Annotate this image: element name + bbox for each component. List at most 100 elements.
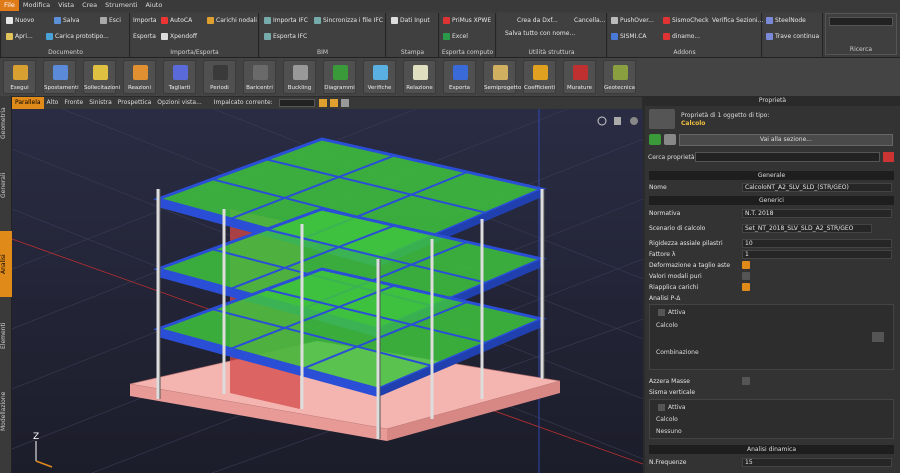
importa-ifc-button[interactable]: Importa IFC xyxy=(264,17,308,24)
carica-prototipo-button[interactable]: Carica prototipo... xyxy=(46,33,109,40)
dinamo-icon xyxy=(663,33,670,40)
tool-baricentri-button[interactable]: Baricentri xyxy=(243,60,276,94)
tool-murature-button[interactable]: Murature xyxy=(563,60,596,94)
group-utilita xyxy=(0,13,1,57)
sismica-button[interactable]: SISMI.CA xyxy=(611,33,647,40)
normativa-select[interactable]: N.T. 2018 xyxy=(742,209,892,218)
verifica-sezioni-button[interactable]: Verifica Sezioni... xyxy=(712,17,763,24)
tab-generali[interactable]: Generali xyxy=(0,166,12,204)
section-generici[interactable]: Generici xyxy=(649,196,894,205)
tool-relazione-button[interactable]: Relazione xyxy=(403,60,436,94)
menu-file[interactable]: File xyxy=(0,0,19,11)
forward-arrow-icon[interactable] xyxy=(664,134,676,145)
search-label: Cerca proprietà: xyxy=(648,154,697,161)
tool-coefficienti-button[interactable]: Coefficienti xyxy=(523,60,556,94)
camera-icon[interactable] xyxy=(340,99,349,107)
sismocheck-button[interactable]: SismoCheck xyxy=(663,17,709,24)
tab-fronte[interactable]: Fronte xyxy=(61,97,86,109)
menu-crea[interactable]: Crea xyxy=(78,0,101,11)
nome-field[interactable]: CalcoloNT_A2_SLV_SLD_(STR/GEO) xyxy=(742,183,892,192)
filter-icon[interactable] xyxy=(318,99,327,107)
apri-button[interactable]: Apri... xyxy=(6,33,33,40)
esporta-ifc-button[interactable]: Esporta IFC xyxy=(264,33,307,40)
tool-geotecnica-button[interactable]: Geotecnica xyxy=(603,60,636,94)
dati-input-button[interactable]: Dati Input xyxy=(391,17,430,24)
clear-search-icon[interactable] xyxy=(883,152,894,162)
valori-modali-checkbox[interactable] xyxy=(742,272,750,280)
cancella-button[interactable]: Cancella... xyxy=(574,17,605,24)
tab-alto[interactable]: Alto xyxy=(44,97,62,109)
esci-button[interactable]: Esci xyxy=(100,17,121,24)
tool-verifiche-button[interactable]: Verifiche xyxy=(363,60,396,94)
property-search-input[interactable] xyxy=(695,152,880,162)
menu-strumenti[interactable]: Strumenti xyxy=(101,0,141,11)
sincronizza-ifc-button[interactable]: Sincronizza i file IFC xyxy=(314,17,383,24)
tool-semiprogetto-button[interactable]: Semiprogetto xyxy=(483,60,521,94)
search-input[interactable] xyxy=(829,17,893,26)
excel-icon xyxy=(443,33,450,40)
opzioni-vista-button[interactable]: Opzioni vista... xyxy=(154,97,205,109)
tool-icon[interactable] xyxy=(329,99,338,107)
deformazione-checkbox[interactable] xyxy=(742,261,750,269)
pushover-button[interactable]: PushOver... xyxy=(611,17,654,24)
calcolo-action-icon[interactable] xyxy=(872,332,884,342)
panel-header-line: Proprietà di 1 oggetto di tipo: xyxy=(681,112,770,119)
impalcato-select[interactable] xyxy=(278,99,315,107)
tab-parallela[interactable]: Parallela xyxy=(12,97,44,109)
row-pdelta: Analisi P-Δ xyxy=(649,295,681,302)
riapplica-checkbox[interactable] xyxy=(742,283,750,291)
menu-modifica[interactable]: Modifica xyxy=(19,0,54,11)
tab-analisi[interactable]: Analisi xyxy=(0,231,12,297)
pdelta-attiva-checkbox[interactable] xyxy=(658,309,665,316)
menu-aiuto[interactable]: Aiuto xyxy=(141,0,166,11)
tab-prospettica[interactable]: Prospettica xyxy=(115,97,155,109)
tool-periodi-button[interactable]: Periodi xyxy=(203,60,236,94)
tool-esporta-icon xyxy=(453,65,468,80)
tool-reazioni-button[interactable]: Reazioni xyxy=(123,60,156,94)
sisma-attiva-checkbox[interactable] xyxy=(658,404,665,411)
carichi-nodali-button[interactable]: Carichi nodali xyxy=(207,17,257,24)
tab-sinistra[interactable]: Sinistra xyxy=(86,97,115,109)
tool-diagrammi-button[interactable]: Diagrammi xyxy=(323,60,356,94)
3d-viewport[interactable]: Z xyxy=(12,109,643,473)
section-dinamica[interactable]: Analisi dinamica xyxy=(649,445,894,454)
xpendoff-button[interactable]: Xpendoff xyxy=(161,33,197,40)
tool-esegui-button[interactable]: Esegui xyxy=(3,60,36,94)
autocad-button[interactable]: AutoCA xyxy=(161,17,192,24)
excel-button[interactable]: Excel xyxy=(443,33,468,40)
tab-modellazione[interactable]: Modellazione xyxy=(0,381,12,441)
goto-section-button[interactable]: Vai alla sezione... xyxy=(679,134,893,146)
nessuno-select[interactable]: Nessuno xyxy=(656,428,682,435)
salva-button[interactable]: Salva xyxy=(54,17,79,24)
tool-buckling-button[interactable]: Buckling xyxy=(283,60,316,94)
nfrequenze-field[interactable]: 15 xyxy=(742,458,892,467)
tool-label: Sollecitazioni xyxy=(84,85,121,91)
trave-continua-button[interactable]: Trave continua xyxy=(766,33,819,40)
fattore-field[interactable]: 1 xyxy=(742,250,892,259)
tool-esporta-button[interactable]: Esporta xyxy=(443,60,476,94)
section-generale[interactable]: Generale xyxy=(649,171,894,180)
esporta-button[interactable]: Esporta xyxy=(133,33,156,40)
importa-button[interactable]: Importa xyxy=(133,17,157,24)
back-arrow-icon[interactable] xyxy=(649,134,661,145)
rigidezza-field[interactable]: 10 xyxy=(742,239,892,248)
tab-geometria[interactable]: Geometria xyxy=(0,104,12,142)
crea-dxf-button[interactable]: Crea da Dxf... xyxy=(517,17,558,24)
salva-tutto-button[interactable]: Salva tutto con nome... xyxy=(505,30,575,37)
tab-elementi[interactable]: Elementi xyxy=(0,316,12,356)
tool-sollecitazioni-button[interactable]: Sollecitazioni xyxy=(83,60,121,94)
tool-tagliarti-button[interactable]: Tagliarti xyxy=(163,60,196,94)
scenario-select[interactable]: Set_NT_2018_SLV_SLD_A2_STR/GEO xyxy=(742,224,872,233)
row-deformazione: Deformazione a taglio aste xyxy=(645,260,900,271)
save-icon xyxy=(54,17,61,24)
primus-button[interactable]: PriMus XPWE xyxy=(443,17,491,24)
dinamo-button[interactable]: dinamo... xyxy=(663,33,700,40)
tool-spostamenti-button[interactable]: Spostamenti xyxy=(43,60,79,94)
menu-vista[interactable]: Vista xyxy=(54,0,78,11)
panel-title: Proprietà xyxy=(645,96,900,106)
steelnode-button[interactable]: SteelNode xyxy=(766,17,806,24)
azzera-checkbox[interactable] xyxy=(742,377,750,385)
nuovo-button[interactable]: Nuovo xyxy=(6,17,34,24)
ribbon: Nuovo Salva Esci Apri... Carica prototip… xyxy=(0,11,900,58)
tool-label: Esegui xyxy=(10,85,29,91)
